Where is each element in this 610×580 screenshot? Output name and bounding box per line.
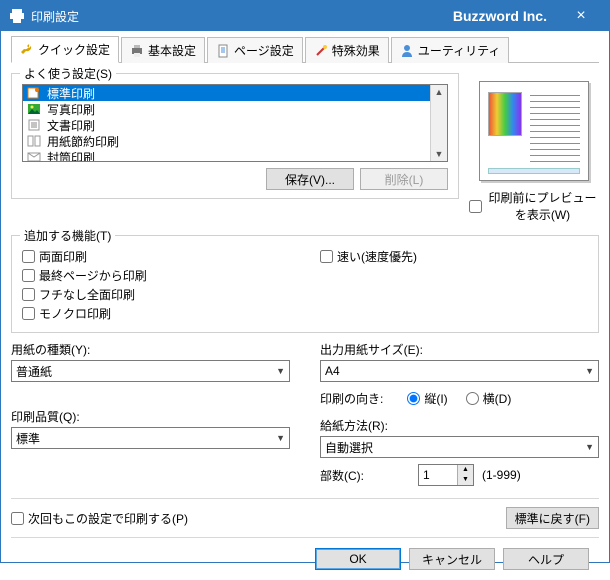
paper-source-select[interactable]: 自動選択▼: [320, 436, 599, 458]
print-settings-window: 印刷設定 Buzzword Inc. × クイック設定 基本設定 ページ設定 特…: [0, 0, 610, 563]
fast-checkbox[interactable]: 速い(速度優先): [320, 248, 588, 265]
envelope-icon: [27, 151, 41, 161]
list-item[interactable]: 文書印刷: [23, 117, 430, 133]
list-item[interactable]: 写真印刷: [23, 101, 430, 117]
list-item[interactable]: 封筒印刷: [23, 149, 430, 161]
copies-input[interactable]: ▲▼: [418, 464, 474, 486]
tab-effects[interactable]: 特殊効果: [305, 37, 389, 63]
orientation-portrait-radio[interactable]: 縦(I): [407, 390, 447, 407]
paper-size-label: 出力用紙サイズ(E):: [320, 341, 599, 358]
paper-size-select[interactable]: A4▼: [320, 360, 599, 382]
preview-checkbox[interactable]: 印刷前にプレビューを表示(W): [469, 189, 599, 223]
tab-bar: クイック設定 基本設定 ページ設定 特殊効果 ユーティリティ: [11, 37, 599, 63]
borderless-checkbox[interactable]: フチなし全面印刷: [22, 286, 290, 303]
chevron-down-icon: ▼: [276, 433, 285, 443]
photo-icon: [27, 103, 41, 115]
tab-basic[interactable]: 基本設定: [121, 37, 205, 63]
brand-label: Buzzword Inc.: [453, 8, 547, 24]
add-functions-legend: 追加する機能(T): [20, 227, 115, 244]
wand-icon: [314, 44, 328, 58]
person-icon: [400, 44, 414, 58]
printer-icon: [130, 44, 144, 58]
media-type-select[interactable]: 普通紙▼: [11, 360, 290, 382]
close-button[interactable]: ×: [561, 7, 601, 25]
window-title: 印刷設定: [31, 8, 79, 25]
help-button[interactable]: ヘルプ: [503, 548, 589, 570]
copies-label: 部数(C):: [320, 467, 410, 484]
media-type-label: 用紙の種類(Y):: [11, 341, 290, 358]
tab-quick[interactable]: クイック設定: [11, 36, 119, 63]
nup-icon: [27, 135, 41, 147]
tab-label: クイック設定: [38, 41, 110, 58]
ok-button[interactable]: OK: [315, 548, 401, 570]
tab-label: ページ設定: [234, 42, 294, 59]
quality-label: 印刷品質(Q):: [11, 408, 290, 425]
presets-group: よく使う設定(S) 標準印刷 写真印刷: [11, 73, 459, 199]
titlebar: 印刷設定 Buzzword Inc. ×: [1, 1, 609, 31]
chevron-down-icon: ▼: [585, 366, 594, 376]
chevron-down-icon: ▼: [276, 366, 285, 376]
add-functions-group: 追加する機能(T) 両面印刷 最終ページから印刷 フチなし全面印刷 モノクロ印刷…: [11, 235, 599, 333]
cancel-button[interactable]: キャンセル: [409, 548, 495, 570]
copies-range: (1-999): [482, 468, 521, 482]
scrollbar[interactable]: ▲▼: [430, 85, 447, 161]
chevron-down-icon: ▼: [585, 442, 594, 452]
tab-label: 基本設定: [148, 42, 196, 59]
scroll-up-icon[interactable]: ▲: [435, 85, 444, 99]
scroll-down-icon[interactable]: ▼: [435, 147, 444, 161]
text-doc-icon: [27, 119, 41, 131]
orientation-landscape-radio[interactable]: 横(D): [466, 390, 512, 407]
save-preset-button[interactable]: 保存(V)...: [266, 168, 354, 190]
remember-settings-checkbox[interactable]: 次回もこの設定で印刷する(P): [11, 510, 188, 527]
tab-page[interactable]: ページ設定: [207, 37, 303, 63]
quality-select[interactable]: 標準▼: [11, 427, 290, 449]
delete-preset-button[interactable]: 削除(L): [360, 168, 448, 190]
list-item[interactable]: 標準印刷: [23, 85, 430, 101]
wrench-icon: [20, 43, 34, 57]
page-icon: [216, 44, 230, 58]
monochrome-checkbox[interactable]: モノクロ印刷: [22, 305, 290, 322]
reverse-order-checkbox[interactable]: 最終ページから印刷: [22, 267, 290, 284]
list-item[interactable]: 用紙節約印刷: [23, 133, 430, 149]
presets-listbox[interactable]: 標準印刷 写真印刷 文書印刷: [22, 84, 448, 162]
preview-thumbnail: [479, 81, 589, 181]
tab-utility[interactable]: ユーティリティ: [391, 37, 510, 63]
duplex-checkbox[interactable]: 両面印刷: [22, 248, 290, 265]
restore-defaults-button[interactable]: 標準に戻す(F): [506, 507, 599, 529]
spin-down-icon[interactable]: ▼: [458, 475, 473, 485]
presets-legend: よく使う設定(S): [20, 65, 116, 82]
preview-pane: 印刷前にプレビューを表示(W): [469, 63, 599, 225]
tab-label: ユーティリティ: [418, 42, 501, 59]
paper-source-label: 給紙方法(R):: [320, 417, 599, 434]
spin-up-icon[interactable]: ▲: [458, 465, 473, 475]
orientation-label: 印刷の向き:: [320, 390, 383, 407]
tab-label: 特殊効果: [332, 42, 380, 59]
doc-icon: [27, 87, 41, 99]
printer-icon: [9, 8, 25, 24]
dialog-footer: OK キャンセル ヘルプ: [11, 537, 599, 570]
